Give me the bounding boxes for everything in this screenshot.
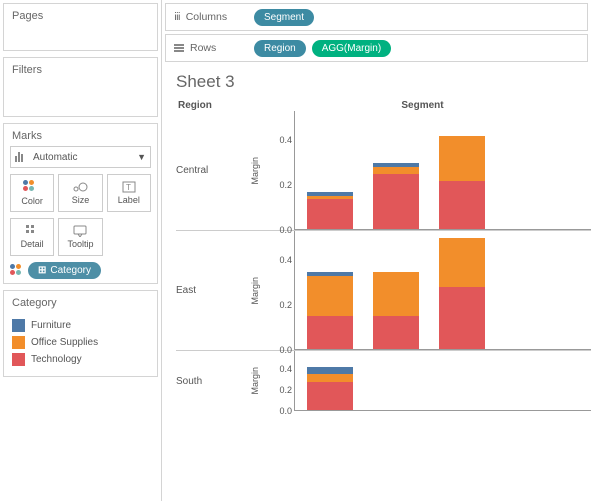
- pages-shelf[interactable]: Pages: [3, 3, 158, 51]
- bar-segment[interactable]: [373, 167, 419, 174]
- label-button[interactable]: T Label: [107, 174, 151, 212]
- color-legend: Category Furniture Office Supplies Techn…: [3, 290, 158, 377]
- stacked-bar[interactable]: [373, 238, 419, 350]
- bar-segment[interactable]: [439, 287, 485, 350]
- detail-icon: [26, 225, 38, 237]
- color-icon: [23, 180, 37, 194]
- mark-type-label: Automatic: [33, 152, 77, 163]
- segment-header: Segment: [294, 100, 591, 111]
- legend-item-office-supplies[interactable]: Office Supplies: [12, 334, 149, 351]
- bar-segment[interactable]: [307, 199, 353, 230]
- bar-segment[interactable]: [307, 382, 353, 411]
- worksheet-view: Sheet 3 Region Segment CentralMargin0.00…: [162, 62, 591, 501]
- plus-icon: ⊞: [38, 265, 46, 276]
- bar-segment[interactable]: [373, 316, 419, 350]
- bar-segment[interactable]: [373, 174, 419, 230]
- stacked-bar[interactable]: [373, 118, 419, 230]
- region-header: Region: [176, 100, 248, 111]
- rows-icon: [174, 43, 184, 53]
- left-sidebar: Pages Filters Marks Automatic ▼ Color: [0, 0, 162, 501]
- stacked-bar[interactable]: [307, 118, 353, 230]
- stacked-bar[interactable]: [307, 359, 353, 411]
- legend-item-technology[interactable]: Technology: [12, 351, 149, 368]
- tick-label: 0.4: [279, 364, 292, 374]
- bar-segment[interactable]: [373, 272, 419, 317]
- stacked-bar[interactable]: [439, 118, 485, 230]
- columns-shelf[interactable]: ⅲColumns Segment: [165, 3, 588, 31]
- sheet-title[interactable]: Sheet 3: [176, 72, 591, 92]
- bar-segment[interactable]: [307, 374, 353, 382]
- y-axis-title: Margin: [248, 367, 262, 395]
- bar-segment[interactable]: [439, 238, 485, 287]
- swatch-icon: [12, 336, 25, 349]
- swatch-icon: [12, 353, 25, 366]
- size-button[interactable]: Size: [58, 174, 102, 212]
- label-icon: T: [122, 181, 136, 193]
- bar-segment[interactable]: [307, 276, 353, 316]
- region-pill[interactable]: Region: [254, 40, 306, 57]
- bars-area[interactable]: [294, 351, 591, 411]
- filters-title: Filters: [4, 58, 157, 82]
- bar-segment[interactable]: [439, 181, 485, 230]
- tick-label: 0.4: [279, 135, 292, 145]
- y-axis-title: Margin: [248, 277, 262, 305]
- y-axis-title: Margin: [248, 157, 262, 185]
- bar-segment[interactable]: [439, 136, 485, 181]
- agg-margin-pill[interactable]: AGG(Margin): [312, 40, 391, 57]
- category-pill[interactable]: ⊞Category: [28, 262, 101, 279]
- chart-facet-row: EastMargin0.00.20.4: [176, 231, 591, 351]
- color-button[interactable]: Color: [10, 174, 54, 212]
- marks-color-pill-row[interactable]: ⊞Category: [10, 262, 151, 279]
- segment-pill[interactable]: Segment: [254, 9, 314, 26]
- tooltip-button[interactable]: Tooltip: [58, 218, 102, 256]
- tick-label: 0.0: [279, 406, 292, 416]
- bar-chart-icon: [15, 152, 29, 162]
- swatch-icon: [12, 319, 25, 332]
- color-icon: [10, 264, 24, 278]
- region-label: East: [176, 231, 248, 350]
- filters-shelf[interactable]: Filters: [3, 57, 158, 117]
- tick-label: 0.2: [279, 300, 292, 310]
- legend-title: Category: [4, 291, 157, 315]
- size-icon: [72, 181, 88, 193]
- mark-type-dropdown[interactable]: Automatic ▼: [10, 146, 151, 168]
- chevron-down-icon: ▼: [137, 152, 146, 162]
- rows-shelf[interactable]: Rows Region AGG(Margin): [165, 34, 588, 62]
- bar-segment[interactable]: [307, 316, 353, 350]
- tooltip-icon: [73, 225, 87, 237]
- marks-card: Marks Automatic ▼ Color Size T: [3, 123, 158, 284]
- stacked-bar[interactable]: [307, 238, 353, 350]
- bars-area[interactable]: [294, 111, 591, 230]
- marks-title: Marks: [4, 124, 157, 146]
- bars-area[interactable]: [294, 231, 591, 350]
- svg-text:T: T: [126, 183, 131, 192]
- tick-label: 0.2: [279, 180, 292, 190]
- tick-label: 0.4: [279, 255, 292, 265]
- legend-item-furniture[interactable]: Furniture: [12, 317, 149, 334]
- stacked-bar[interactable]: [439, 238, 485, 350]
- tick-label: 0.2: [279, 385, 292, 395]
- pages-title: Pages: [4, 4, 157, 28]
- chart-facet-row: CentralMargin0.00.20.4: [176, 111, 591, 231]
- detail-button[interactable]: Detail: [10, 218, 54, 256]
- columns-icon: ⅲ: [174, 11, 180, 23]
- chart-facet-row: SouthMargin0.00.20.4: [176, 351, 591, 411]
- region-label: South: [176, 351, 248, 411]
- region-label: Central: [176, 111, 248, 230]
